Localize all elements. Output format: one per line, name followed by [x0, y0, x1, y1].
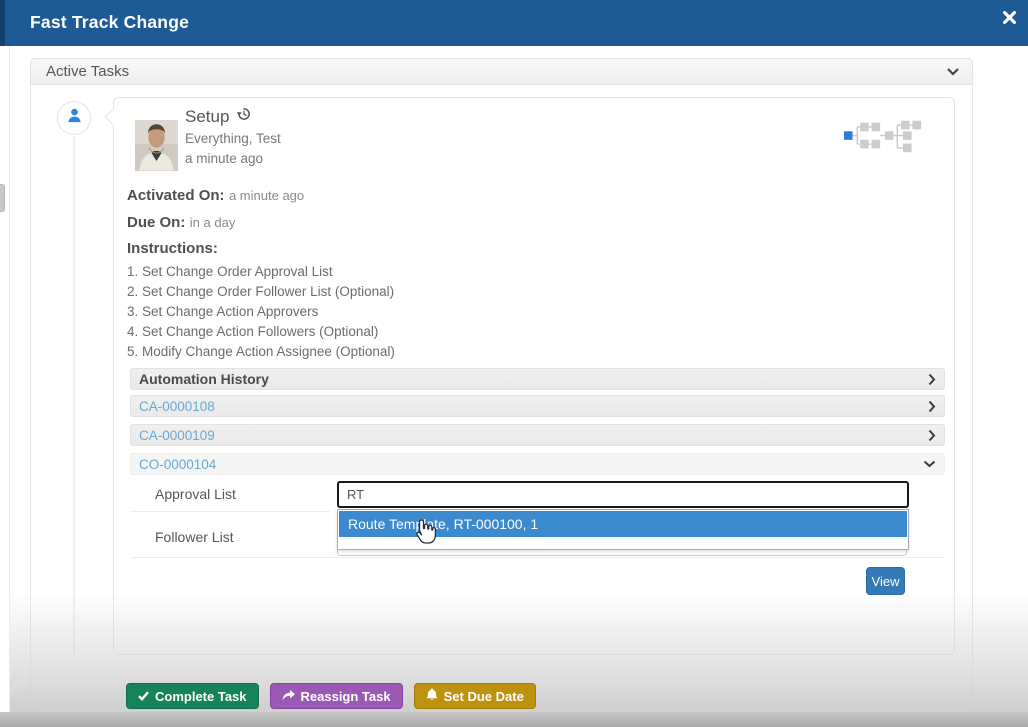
- task-name: Setup: [185, 107, 229, 127]
- page-left-divider: [9, 46, 10, 712]
- chevron-right-icon: [928, 373, 936, 386]
- task-title-row: Setup: [185, 106, 252, 127]
- approval-list-label: Approval List: [155, 486, 236, 502]
- automation-history-label: Automation History: [139, 371, 269, 387]
- instructions-label: Instructions:: [127, 240, 218, 257]
- set-due-date-button[interactable]: Set Due Date: [414, 683, 536, 709]
- chevron-right-icon: [928, 400, 936, 413]
- active-tasks-header[interactable]: Active Tasks: [30, 58, 973, 85]
- chevron-down-icon: [946, 67, 960, 76]
- chevron-right-icon: [928, 429, 936, 442]
- reassign-task-button[interactable]: Reassign Task: [270, 683, 403, 709]
- modal-title: Fast Track Change: [30, 12, 189, 33]
- follower-list-label: Follower List: [155, 529, 234, 545]
- reassign-arrow-icon: [282, 689, 295, 704]
- task-assignee: Everything, Test: [185, 131, 281, 146]
- instructions-list: 1. Set Change Order Approval List 2. Set…: [127, 262, 395, 362]
- record-link[interactable]: CO-0000104: [139, 457, 216, 472]
- dropdown-item-highlighted[interactable]: Route Template, RT-000100, 1: [339, 511, 907, 537]
- instruction-item: 5. Modify Change Action Assignee (Option…: [127, 342, 395, 362]
- workflow-diagram-icon[interactable]: [843, 119, 923, 159]
- automation-history-row[interactable]: Automation History: [130, 368, 945, 390]
- instruction-item: 1. Set Change Order Approval List: [127, 262, 395, 282]
- active-tasks-title: Active Tasks: [46, 63, 129, 80]
- chevron-down-icon: [923, 460, 936, 468]
- complete-task-label: Complete Task: [155, 689, 247, 704]
- page-scroll-thumb: [0, 184, 5, 212]
- due-on-value: in a day: [190, 215, 236, 230]
- set-due-date-label: Set Due Date: [444, 689, 524, 704]
- view-button-label: View: [872, 574, 900, 589]
- activated-on-value: a minute ago: [229, 188, 304, 203]
- activated-on-row: Activated On: a minute ago: [127, 187, 304, 205]
- view-button[interactable]: View: [866, 567, 905, 595]
- modal-header: Fast Track Change: [0, 0, 1028, 46]
- complete-task-button[interactable]: Complete Task: [126, 683, 259, 709]
- due-on-row: Due On: in a day: [127, 214, 235, 232]
- activated-on-label: Activated On:: [127, 187, 225, 204]
- fast-track-change-modal: Fast Track Change Active Tasks: [0, 0, 1028, 727]
- record-row-expanded[interactable]: CO-0000104: [130, 453, 945, 475]
- bell-icon: [426, 688, 438, 704]
- record-link[interactable]: CA-0000108: [139, 399, 215, 414]
- due-on-label: Due On:: [127, 214, 185, 231]
- close-icon: [1003, 11, 1016, 29]
- timeline-avatar: [57, 101, 91, 135]
- instruction-item: 2. Set Change Order Follower List (Optio…: [127, 282, 395, 302]
- user-icon: [66, 107, 83, 129]
- record-link[interactable]: CA-0000109: [139, 428, 215, 443]
- record-row[interactable]: CA-0000108: [130, 395, 945, 417]
- assignee-photo: [135, 120, 178, 171]
- instruction-item: 4. Set Change Action Followers (Optional…: [127, 322, 395, 342]
- instruction-item: 3. Set Change Action Approvers: [127, 302, 395, 322]
- approval-list-input[interactable]: [337, 481, 909, 508]
- section-divider: [130, 557, 945, 558]
- reassign-task-label: Reassign Task: [301, 689, 391, 704]
- check-icon: [138, 689, 149, 704]
- history-icon[interactable]: [236, 106, 252, 127]
- form-row-divider: [130, 511, 330, 512]
- task-action-buttons: Complete Task Reassign Task Set Due Date: [126, 683, 536, 709]
- instructions-heading: Instructions:: [127, 240, 218, 258]
- timeline-line: [73, 137, 75, 655]
- modal-header-edge: [0, 0, 5, 46]
- close-button[interactable]: [998, 9, 1020, 31]
- record-row[interactable]: CA-0000109: [130, 424, 945, 446]
- task-created-ago: a minute ago: [185, 151, 263, 166]
- horizontal-scrollbar[interactable]: [0, 712, 1028, 727]
- approval-suggestions-dropdown: Route Template, RT-000100, 1: [337, 509, 909, 550]
